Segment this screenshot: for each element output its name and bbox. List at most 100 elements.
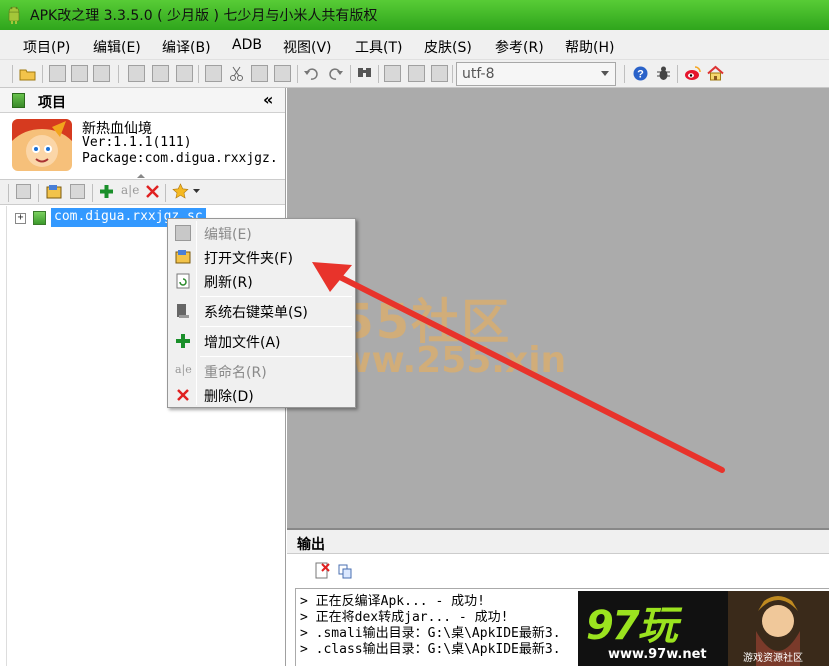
context-item-label: 刷新(R) [204, 275, 253, 291]
toolbar-separator [677, 65, 678, 83]
ad-banner[interactable]: 97玩 www.97w.net 游戏资源社区 [578, 591, 829, 666]
sign-icon[interactable] [408, 65, 425, 82]
chevron-down-icon[interactable] [193, 189, 200, 194]
toolbar-separator [12, 65, 13, 83]
system-menu-icon [177, 304, 189, 318]
chevron-down-icon [601, 71, 609, 76]
context-item-label: 删除(D) [204, 389, 254, 405]
output-line: > .class输出目录：G:\桌\ApkIDE最新3. [300, 642, 561, 657]
context-item-label: 增加文件(A) [204, 335, 281, 351]
output-title: 输出 [297, 537, 325, 553]
toolbar-separator [118, 65, 119, 83]
ad-url: www.97w.net [608, 647, 707, 662]
rename-icon: a|e [175, 363, 192, 376]
copy-output-icon[interactable] [338, 564, 353, 579]
toolbar-separator [624, 65, 625, 83]
apk-node-icon [33, 211, 46, 225]
save-icon[interactable] [128, 65, 145, 82]
close-file-icon[interactable] [176, 65, 193, 82]
context-menu: 编辑(E) 打开文件夹(F) 刷新(R) 系统右键菜单(S) 增加文件(A) a… [167, 218, 356, 408]
context-item-open-folder[interactable]: 打开文件夹(F) [170, 245, 353, 269]
close-project-icon[interactable] [71, 65, 88, 82]
menu-build[interactable]: 编译(B) [162, 37, 211, 57]
toolbar-separator [92, 184, 93, 202]
copy-icon[interactable] [205, 65, 222, 82]
app-avatar [12, 119, 72, 171]
weibo-icon[interactable] [684, 65, 701, 82]
menu-separator [200, 356, 352, 357]
app-package: Package:com.digua.rxxjgz. [82, 151, 278, 166]
context-item-delete[interactable]: 删除(D) [170, 383, 353, 407]
title-bar: APK改之理 3.3.5.0 ( 少月版 ) 七少月与小米人共有版权 [0, 0, 829, 30]
encoding-select[interactable]: utf-8 [456, 62, 616, 86]
delete-icon [177, 389, 189, 401]
context-item-refresh[interactable]: 刷新(R) [170, 269, 353, 293]
collapse-panel-button[interactable]: « [263, 90, 273, 109]
refresh-icon [176, 273, 190, 289]
context-item-edit[interactable]: 编辑(E) [170, 221, 353, 245]
window-title: APK改之理 3.3.5.0 ( 少月版 ) 七少月与小米人共有版权 [30, 8, 378, 24]
project-icon [12, 93, 25, 108]
toolbar-separator [8, 184, 9, 202]
toolbar-separator [42, 65, 43, 83]
open-folder-icon[interactable] [19, 65, 36, 82]
project-panel-title: 项目 [38, 95, 66, 111]
output-header: 输出 [287, 530, 829, 554]
context-item-rename[interactable]: a|e 重命名(R) [170, 359, 353, 383]
context-item-label: 编辑(E) [204, 227, 252, 243]
menu-edit[interactable]: 编辑(E) [93, 37, 141, 57]
menu-view[interactable]: 视图(V) [283, 37, 332, 57]
menu-reference[interactable]: 参考(R) [495, 37, 544, 57]
star-icon[interactable] [172, 183, 189, 200]
save-all-icon[interactable] [152, 65, 169, 82]
delete-text-icon[interactable] [274, 65, 291, 82]
app-info: 新热血仙境 Ver:1.1.1(111) Package:com.digua.r… [0, 113, 285, 173]
clear-output-icon[interactable] [315, 562, 330, 579]
context-item-system-menu[interactable]: 系统右键菜单(S) [170, 299, 353, 323]
toolbar-separator [350, 65, 351, 83]
refresh-icon[interactable] [16, 184, 31, 199]
build-icon[interactable] [384, 65, 401, 82]
add-file-icon[interactable] [99, 184, 114, 199]
open-folder-icon[interactable] [46, 184, 62, 200]
menu-skin[interactable]: 皮肤(S) [424, 37, 472, 57]
new-project-icon[interactable] [49, 65, 66, 82]
rename-icon[interactable]: a|e [121, 183, 139, 200]
context-item-add-file[interactable]: 增加文件(A) [170, 329, 353, 353]
menu-help[interactable]: 帮助(H) [565, 37, 614, 57]
add-file-icon [176, 334, 190, 348]
toolbar-separator [165, 184, 166, 202]
project-toolbar: a|e [0, 179, 285, 205]
paste-icon[interactable] [251, 65, 268, 82]
toolbar-separator [452, 65, 453, 83]
menu-separator [200, 326, 352, 327]
ad-logo: 97玩 [586, 603, 678, 649]
menu-tools[interactable]: 工具(T) [355, 37, 402, 57]
help-icon[interactable]: ? [632, 65, 649, 82]
main-toolbar: utf-8 ? [0, 60, 829, 88]
context-item-label: 系统右键菜单(S) [204, 305, 308, 321]
ad-tagline: 游戏资源社区 [743, 653, 803, 664]
app-version: Ver:1.1.1(111) [82, 135, 192, 150]
save-project-icon[interactable] [93, 65, 110, 82]
home-icon[interactable] [707, 65, 724, 82]
open-folder-icon [175, 250, 191, 264]
delete-icon[interactable] [145, 184, 160, 199]
menu-bar: 项目(P) 编辑(E) 编译(B) ADB 视图(V) 工具(T) 皮肤(S) … [0, 30, 829, 60]
redo-icon[interactable] [327, 65, 344, 82]
system-menu-icon[interactable] [70, 184, 85, 199]
menu-separator [200, 296, 352, 297]
find-icon[interactable] [356, 65, 373, 82]
menu-adb[interactable]: ADB [232, 37, 262, 53]
encoding-value: utf-8 [462, 66, 495, 82]
expand-icon[interactable]: + [15, 213, 26, 224]
bug-icon[interactable] [655, 65, 672, 82]
cut-icon[interactable] [228, 65, 245, 82]
undo-icon[interactable] [303, 65, 320, 82]
edit-icon [175, 225, 191, 241]
svg-text:?: ? [637, 69, 644, 81]
toolbar-separator [38, 184, 39, 202]
menu-project[interactable]: 项目(P) [23, 37, 70, 57]
install-icon[interactable] [431, 65, 448, 82]
context-item-label: 打开文件夹(F) [204, 251, 293, 267]
